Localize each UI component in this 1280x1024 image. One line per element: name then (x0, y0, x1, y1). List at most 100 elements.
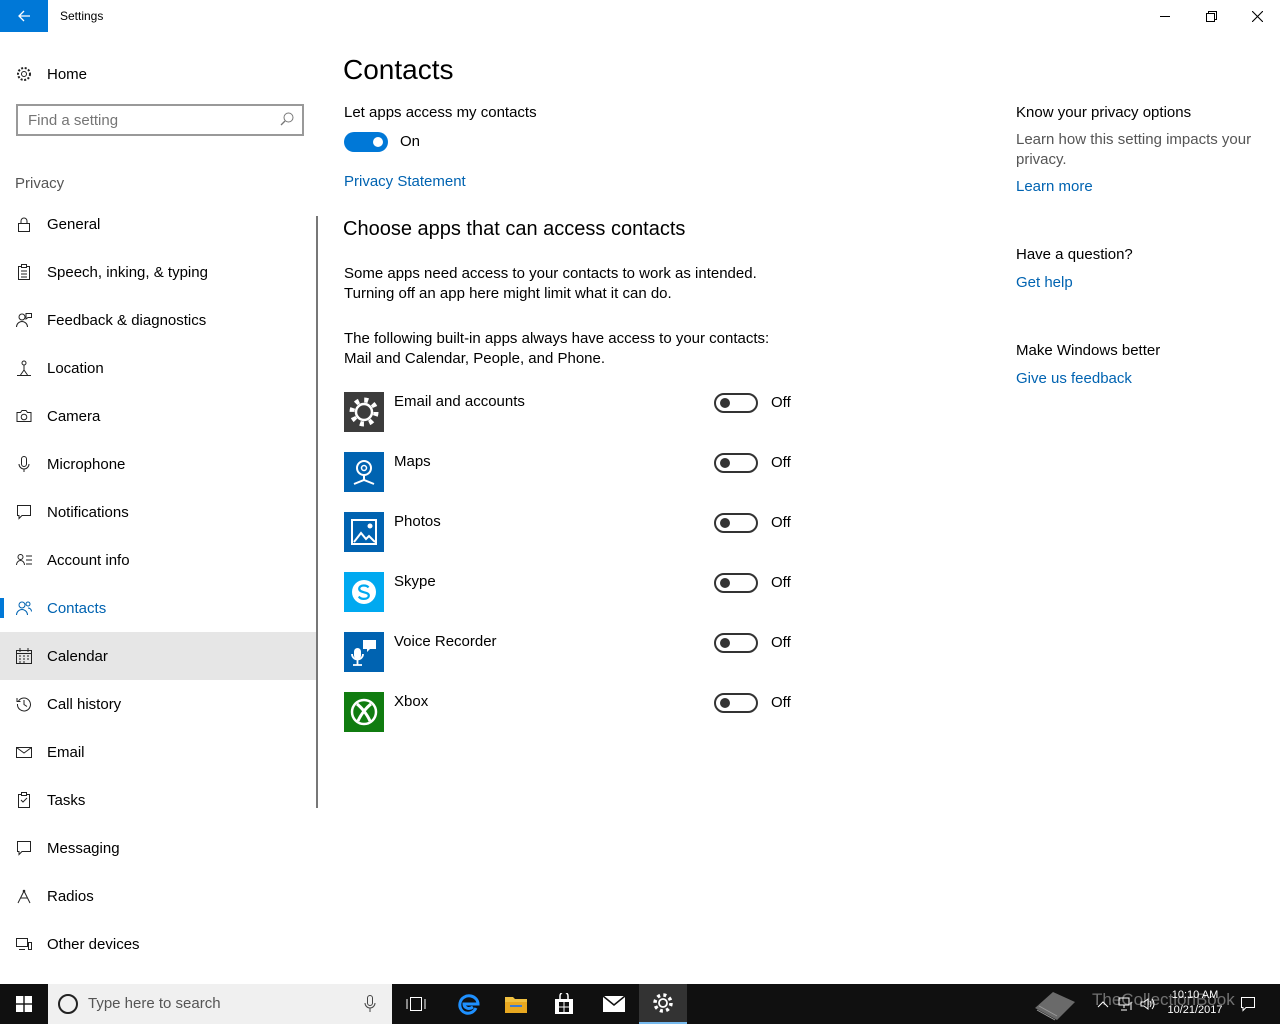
app-row-email-accounts: Email and accounts Off (344, 392, 804, 432)
sidebar-item-call-history[interactable]: Call history (0, 680, 318, 728)
folder-icon (505, 997, 527, 1013)
tray-chevron-icon[interactable] (1094, 984, 1112, 1024)
taskbar-search-box[interactable]: Type here to search (48, 984, 392, 1024)
window-title: Settings (60, 9, 104, 23)
edge-button[interactable] (444, 984, 492, 1024)
restore-button[interactable] (1188, 0, 1234, 32)
sidebar-item-email[interactable]: Email (0, 728, 318, 776)
settings-taskbar-button[interactable] (639, 984, 687, 1024)
app-toggle[interactable] (714, 453, 758, 473)
app-toggle-state: Off (771, 574, 791, 591)
home-label: Home (47, 65, 88, 83)
app-toggle[interactable] (714, 633, 758, 653)
sidebar-item-label: Radios (47, 887, 94, 905)
builtin-apps-paragraph: The following built-in apps always have … (344, 329, 944, 369)
calendar-icon (16, 632, 32, 680)
task-view-button[interactable] (392, 984, 440, 1024)
file-explorer-button[interactable] (492, 984, 540, 1024)
sidebar-item-other-devices[interactable]: Other devices (0, 920, 318, 968)
app-toggle[interactable] (714, 393, 758, 413)
app-row-maps: Maps Off (344, 452, 804, 492)
edge-icon (458, 994, 480, 1015)
minimize-button[interactable] (1142, 0, 1188, 32)
start-button[interactable] (0, 984, 48, 1024)
app-toggle[interactable] (714, 573, 758, 593)
taskbar: Type here to search TheCollectionBook 10… (0, 984, 1280, 1024)
title-bar: Settings (0, 0, 1280, 32)
app-row-photos: Photos Off (344, 512, 804, 552)
location-person-icon (16, 344, 32, 392)
sidebar-item-messaging[interactable]: Messaging (0, 824, 318, 872)
master-toggle[interactable] (344, 132, 388, 152)
get-help-link[interactable]: Get help (1016, 274, 1073, 291)
clock-time: 10:10 AM (1171, 989, 1219, 1001)
camera-icon (16, 392, 32, 440)
back-arrow-icon (18, 10, 30, 22)
sidebar-item-feedback[interactable]: Feedback & diagnostics (0, 296, 318, 344)
sidebar-item-radios[interactable]: Radios (0, 872, 318, 920)
sidebar-item-location[interactable]: Location (0, 344, 318, 392)
sidebar: Home Privacy General Speech, inking, & t… (0, 32, 320, 984)
sidebar-item-calendar[interactable]: Calendar (0, 632, 318, 680)
volume-icon[interactable] (1138, 984, 1158, 1024)
system-clock[interactable]: 10:10 AM 10/21/2017 (1160, 988, 1230, 1018)
maps-icon (344, 452, 384, 492)
give-feedback-link[interactable]: Give us feedback (1016, 370, 1132, 387)
devices-icon (16, 920, 32, 968)
feedback-person-icon (16, 296, 32, 344)
learn-more-link[interactable]: Learn more (1016, 178, 1093, 195)
make-windows-better-heading: Make Windows better (1016, 342, 1161, 359)
store-icon (555, 993, 573, 1014)
xbox-icon (344, 692, 384, 732)
sidebar-item-microphone[interactable]: Microphone (0, 440, 318, 488)
account-card-icon (16, 536, 32, 584)
sidebar-item-speech[interactable]: Speech, inking, & typing (0, 248, 318, 296)
home-nav-item[interactable]: Home (0, 52, 320, 96)
privacy-statement-link[interactable]: Privacy Statement (344, 173, 466, 190)
action-center-icon[interactable] (1234, 984, 1262, 1024)
close-button[interactable] (1234, 0, 1280, 32)
sidebar-item-label: Other devices (47, 935, 140, 953)
app-name: Photos (394, 513, 441, 530)
app-toggle[interactable] (714, 693, 758, 713)
sidebar-item-contacts[interactable]: Contacts (0, 584, 318, 632)
close-icon (1251, 10, 1263, 22)
task-view-icon (406, 997, 426, 1011)
search-box[interactable] (16, 104, 304, 136)
builtin-apps-line: Mail and Calendar, People, and Phone. (344, 350, 606, 367)
notification-icon (16, 488, 32, 536)
description-line: Turning off an app here might limit what… (344, 285, 672, 302)
privacy-options-text: Learn how this setting impacts your priv… (1016, 131, 1252, 168)
sidebar-item-camera[interactable]: Camera (0, 392, 318, 440)
description-paragraph: Some apps need access to your contacts t… (344, 264, 944, 304)
sidebar-item-label: Contacts (47, 599, 107, 617)
mail-icon (602, 995, 626, 1012)
sidebar-item-label: Camera (47, 407, 101, 425)
microphone-icon[interactable] (364, 995, 376, 1018)
gear-icon (344, 392, 384, 432)
back-button[interactable] (0, 0, 48, 32)
sidebar-item-general[interactable]: General (0, 200, 318, 248)
voice-recorder-icon (344, 632, 384, 672)
gear-icon (653, 993, 673, 1013)
taskbar-search-placeholder: Type here to search (88, 995, 221, 1012)
sidebar-item-tasks[interactable]: Tasks (0, 776, 318, 824)
app-toggle-state: Off (771, 394, 791, 411)
gear-icon (16, 52, 32, 96)
minimize-icon (1160, 16, 1170, 17)
store-button[interactable] (540, 984, 588, 1024)
app-toggle[interactable] (714, 513, 758, 533)
sidebar-item-account-info[interactable]: Account info (0, 536, 318, 584)
sidebar-item-notifications[interactable]: Notifications (0, 488, 318, 536)
radio-icon (16, 872, 32, 920)
app-toggle-state: Off (771, 634, 791, 651)
sidebar-item-label: Notifications (47, 503, 129, 521)
sidebar-scrollbar[interactable] (316, 216, 318, 808)
section-label: Privacy (15, 175, 65, 192)
mail-button[interactable] (590, 984, 638, 1024)
search-input[interactable] (28, 110, 268, 130)
search-icon (280, 112, 294, 131)
sidebar-item-label: General (47, 215, 101, 233)
sidebar-item-label: Calendar (47, 647, 108, 665)
network-icon[interactable] (1116, 984, 1136, 1024)
